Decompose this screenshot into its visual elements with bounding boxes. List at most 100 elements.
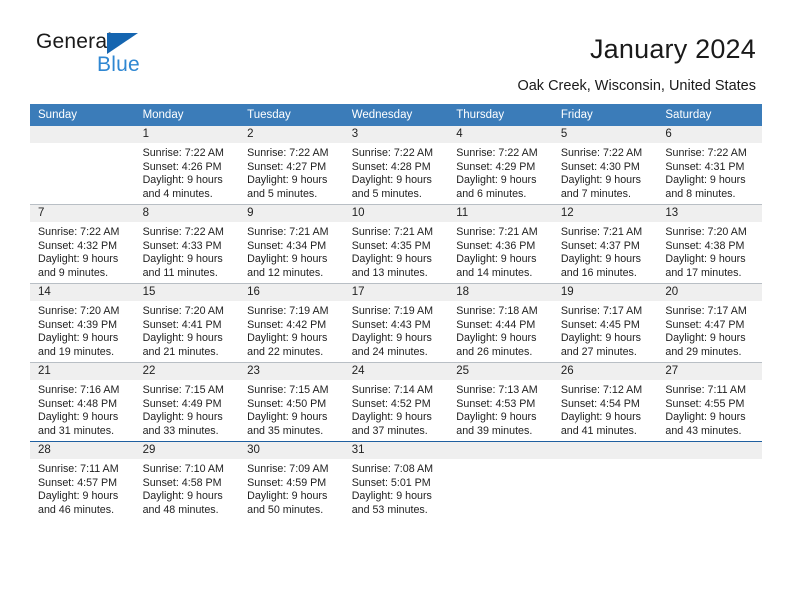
day-number: [657, 442, 762, 459]
day-details: Sunrise: 7:21 AM Sunset: 4:36 PM Daylight:…: [448, 222, 553, 280]
daylight-text-cont: and 4 minutes.: [142, 187, 213, 200]
sunrise-text: Sunrise: 7:08 AM: [351, 463, 434, 475]
daylight-text-cont: and 14 minutes.: [456, 266, 533, 279]
daylight-text-cont: and 29 minutes.: [665, 345, 742, 358]
sunrise-text: Sunrise: 7:12 AM: [560, 384, 643, 396]
calendar-day-cell[interactable]: 19 Sunrise: 7:17 AM Sunset: 4:45 PM Dayligh…: [552, 283, 658, 363]
sunrise-text: Sunrise: 7:11 AM: [38, 463, 119, 475]
calendar-day-cell[interactable]: 4 Sunrise: 7:22 AM Sunset: 4:29 PM Daylight…: [448, 126, 553, 205]
calendar-day-cell[interactable]: 7 Sunrise: 7:22 AM Sunset: 4:32 PM Daylight…: [30, 204, 135, 284]
weekday-header-tuesday: Tuesday: [239, 104, 344, 126]
calendar-day-cell[interactable]: 28 Sunrise: 7:11 AM Sunset: 4:57 PM Dayligh…: [30, 441, 135, 520]
daylight-text: Daylight: 9 hours: [665, 174, 746, 187]
daylight-text-cont: and 17 minutes.: [665, 266, 742, 279]
daylight-text-cont: and 24 minutes.: [351, 345, 428, 358]
calendar-day-cell[interactable]: 16 Sunrise: 7:19 AM Sunset: 4:42 PM Dayligh…: [239, 283, 344, 363]
sunset-text: Sunset: 4:42 PM: [247, 318, 327, 331]
sunset-text: Sunset: 4:57 PM: [38, 476, 118, 489]
daylight-text-cont: and 26 minutes.: [456, 345, 533, 358]
day-number: 6: [657, 126, 762, 143]
day-details: Sunrise: 7:22 AM Sunset: 4:30 PM Daylight:…: [553, 143, 658, 201]
daylight-text: Daylight: 9 hours: [351, 411, 432, 424]
daylight-text-cont: and 43 minutes.: [665, 424, 742, 437]
day-details: Sunrise: 7:18 AM Sunset: 4:44 PM Daylight:…: [448, 301, 553, 359]
calendar-day-cell[interactable]: 26 Sunrise: 7:12 AM Sunset: 4:54 PM Dayligh…: [552, 362, 658, 442]
sunrise-text: Sunrise: 7:20 AM: [665, 226, 747, 238]
brand-logo[interactable]: General Blue: [36, 30, 146, 76]
calendar-day-cell[interactable]: 18 Sunrise: 7:18 AM Sunset: 4:44 PM Dayligh…: [448, 283, 553, 363]
calendar-day-cell[interactable]: 25 Sunrise: 7:13 AM Sunset: 4:53 PM Dayligh…: [448, 362, 553, 442]
sunrise-text: Sunrise: 7:13 AM: [456, 384, 538, 396]
day-number: 19: [552, 284, 658, 301]
daylight-text: Daylight: 9 hours: [351, 253, 432, 266]
calendar-day-cell[interactable]: 21 Sunrise: 7:16 AM Sunset: 4:48 PM Dayligh…: [30, 362, 135, 442]
page-title: January 2024: [589, 34, 756, 64]
sunrise-text: Sunrise: 7:09 AM: [247, 463, 329, 475]
calendar-day-cell[interactable]: 29 Sunrise: 7:10 AM Sunset: 4:58 PM Dayligh…: [134, 441, 240, 520]
sunset-text: Sunset: 5:01 PM: [351, 476, 431, 489]
daylight-text: Daylight: 9 hours: [560, 411, 642, 424]
calendar-day-cell[interactable]: 17 Sunrise: 7:19 AM Sunset: 4:43 PM Dayligh…: [343, 283, 449, 363]
calendar-day-cell[interactable]: 15 Sunrise: 7:20 AM Sunset: 4:41 PM Dayligh…: [134, 283, 240, 363]
calendar-day-cell[interactable]: 23 Sunrise: 7:15 AM Sunset: 4:50 PM Dayligh…: [239, 362, 344, 442]
calendar-day-cell[interactable]: 1 Sunrise: 7:22 AM Sunset: 4:26 PM Daylight…: [134, 126, 240, 205]
weekday-header-saturday: Saturday: [657, 104, 762, 126]
calendar-day-cell[interactable]: 30 Sunrise: 7:09 AM Sunset: 4:59 PM Dayligh…: [239, 441, 344, 520]
calendar-day-cell[interactable]: 2 Sunrise: 7:22 AM Sunset: 4:27 PM Daylight…: [239, 126, 344, 205]
day-number: 22: [134, 363, 240, 380]
calendar-day-cell[interactable]: 14 Sunrise: 7:20 AM Sunset: 4:39 PM Dayligh…: [30, 283, 135, 363]
daylight-text: Daylight: 9 hours: [351, 490, 432, 503]
calendar-day-cell[interactable]: 11 Sunrise: 7:21 AM Sunset: 4:36 PM Dayligh…: [448, 204, 553, 284]
calendar-day-cell-empty: [657, 441, 762, 520]
daylight-text: Daylight: 9 hours: [247, 174, 328, 187]
day-number: 23: [239, 363, 344, 380]
calendar-day-cell[interactable]: 12 Sunrise: 7:21 AM Sunset: 4:37 PM Dayligh…: [552, 204, 658, 284]
weekday-header-wednesday: Wednesday: [343, 104, 449, 126]
calendar-day-cell[interactable]: 24 Sunrise: 7:14 AM Sunset: 4:52 PM Dayligh…: [343, 362, 449, 442]
calendar-day-cell[interactable]: 20 Sunrise: 7:17 AM Sunset: 4:47 PM Dayligh…: [657, 283, 762, 363]
calendar-day-cell[interactable]: 6 Sunrise: 7:22 AM Sunset: 4:31 PM Daylight…: [657, 126, 762, 205]
calendar-day-cell[interactable]: 13 Sunrise: 7:20 AM Sunset: 4:38 PM Dayligh…: [657, 204, 762, 284]
day-number: 13: [657, 205, 762, 222]
weekday-header-monday: Monday: [134, 104, 240, 126]
calendar-day-cell[interactable]: 3 Sunrise: 7:22 AM Sunset: 4:28 PM Daylight…: [343, 126, 449, 205]
sunset-text: Sunset: 4:29 PM: [456, 160, 536, 173]
daylight-text: Daylight: 9 hours: [38, 490, 119, 503]
brand-name-blue: Blue: [97, 53, 140, 76]
daylight-text: Daylight: 9 hours: [456, 332, 537, 345]
sunrise-text: Sunrise: 7:20 AM: [142, 305, 224, 317]
calendar-day-cell-empty: [30, 126, 135, 205]
day-details: Sunrise: 7:19 AM Sunset: 4:43 PM Daylight:…: [344, 301, 449, 359]
day-number: 15: [134, 284, 240, 301]
sunrise-text: Sunrise: 7:21 AM: [247, 226, 329, 238]
calendar-header-row: Sunday Monday Tuesday Wednesday Thursday Frid…: [30, 104, 762, 126]
daylight-text-cont: and 33 minutes.: [142, 424, 219, 437]
calendar-day-cell[interactable]: 10 Sunrise: 7:21 AM Sunset: 4:35 PM Dayligh…: [343, 204, 449, 284]
calendar-day-cell-empty: [552, 441, 658, 520]
calendar-day-cell[interactable]: 27 Sunrise: 7:11 AM Sunset: 4:55 PM Dayligh…: [657, 362, 762, 442]
daylight-text-cont: and 19 minutes.: [38, 345, 115, 358]
sunset-text: Sunset: 4:35 PM: [351, 239, 431, 252]
calendar-day-cell[interactable]: 5 Sunrise: 7:22 AM Sunset: 4:30 PM Daylight…: [552, 126, 658, 205]
daylight-text: Daylight: 9 hours: [560, 332, 642, 345]
day-number: 31: [343, 442, 449, 459]
sunrise-text: Sunrise: 7:10 AM: [142, 463, 224, 475]
calendar-page: General Blue January 2024 Oak Creek, Wis…: [0, 0, 792, 612]
calendar-day-cell[interactable]: 31 Sunrise: 7:08 AM Sunset: 5:01 PM Dayligh…: [343, 441, 449, 520]
day-details: Sunrise: 7:09 AM Sunset: 4:59 PM Daylight:…: [239, 459, 344, 517]
calendar-day-cell[interactable]: 8 Sunrise: 7:22 AM Sunset: 4:33 PM Daylight…: [134, 204, 240, 284]
daylight-text: Daylight: 9 hours: [38, 332, 119, 345]
daylight-text-cont: and 7 minutes.: [560, 187, 631, 200]
sunset-text: Sunset: 4:44 PM: [456, 318, 536, 331]
sunset-text: Sunset: 4:41 PM: [142, 318, 222, 331]
daylight-text-cont: and 39 minutes.: [456, 424, 533, 437]
day-number: 12: [552, 205, 658, 222]
daylight-text-cont: and 27 minutes.: [560, 345, 637, 358]
page-header: General Blue January 2024 Oak Creek, Wis…: [0, 0, 792, 94]
sunset-text: Sunset: 4:33 PM: [142, 239, 222, 252]
day-details: Sunrise: 7:11 AM Sunset: 4:57 PM Daylight:…: [30, 459, 135, 517]
day-details: Sunrise: 7:21 AM Sunset: 4:35 PM Daylight:…: [344, 222, 449, 280]
day-number: 3: [343, 126, 449, 143]
calendar-day-cell[interactable]: 9 Sunrise: 7:21 AM Sunset: 4:34 PM Daylight…: [239, 204, 344, 284]
calendar-day-cell[interactable]: 22 Sunrise: 7:15 AM Sunset: 4:49 PM Dayligh…: [134, 362, 240, 442]
